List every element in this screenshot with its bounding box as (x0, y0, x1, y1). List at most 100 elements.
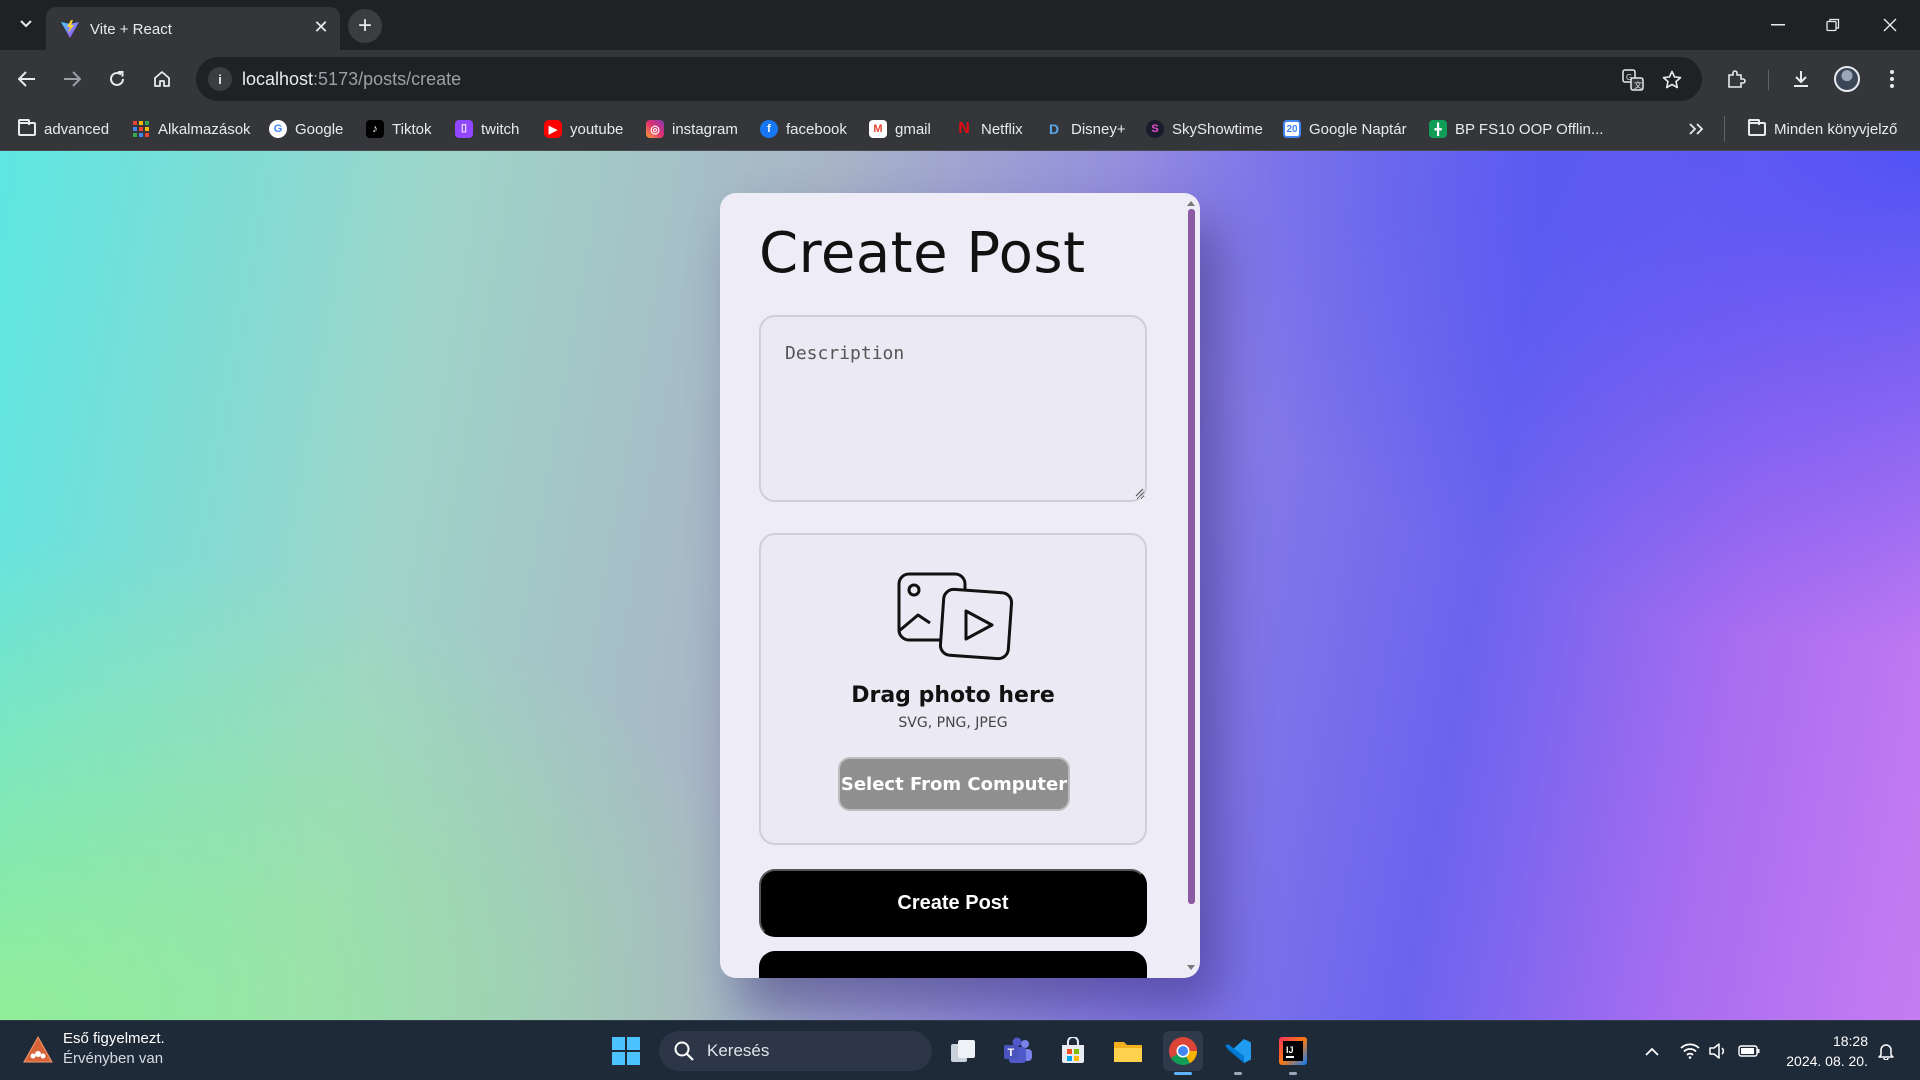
all-bookmarks-folder[interactable]: Minden könyvjelző (1748, 116, 1897, 142)
svg-text:G: G (1626, 73, 1632, 82)
image-video-icon (897, 572, 1014, 661)
search-icon (674, 1041, 694, 1061)
dropzone-title: Drag photo here (851, 683, 1055, 708)
twitch-icon: ⌷ (455, 120, 473, 138)
bookmark-disney[interactable]: D Disney+ (1045, 116, 1126, 142)
bookmarks-overflow-icon[interactable] (1688, 116, 1704, 142)
file-explorer-icon[interactable] (1108, 1031, 1148, 1071)
bookmark-star-icon[interactable] (1659, 67, 1685, 93)
taskbar-search[interactable]: Keresés (659, 1031, 932, 1071)
facebook-icon: f (760, 120, 778, 138)
bookmark-alkalmazasok[interactable]: Alkalmazások (132, 116, 251, 142)
page-viewport: Create Post Drag photo here SVG, PNG, JP… (0, 151, 1920, 1020)
folder-icon (1748, 119, 1766, 136)
new-tab-button[interactable]: + (348, 9, 382, 43)
vscode-icon[interactable] (1218, 1031, 1258, 1075)
youtube-icon: ▶ (544, 120, 562, 138)
site-info-icon[interactable]: i (208, 67, 232, 91)
scrollbar-thumb[interactable] (1188, 209, 1195, 904)
tab-close-icon[interactable]: ✕ (310, 17, 332, 38)
weather-title[interactable]: Eső figyelmezt. (63, 1030, 165, 1047)
weather-warning-icon[interactable] (22, 1034, 54, 1066)
create-post-card: Create Post Drag photo here SVG, PNG, JP… (720, 193, 1200, 978)
bookmark-instagram[interactable]: ◎ instagram (646, 116, 738, 142)
bookmarks-bar: advanced Alkalmazások G Google ♪ Tiktok … (0, 108, 1920, 151)
toolbar-divider (1768, 70, 1769, 90)
vite-logo-icon (61, 20, 79, 38)
teams-icon[interactable]: T (998, 1031, 1038, 1071)
bookmark-tiktok[interactable]: ♪ Tiktok (366, 116, 431, 142)
apps-grid-icon (133, 121, 149, 137)
browser-tab-active[interactable]: Vite + React ✕ (46, 7, 340, 50)
instagram-icon: ◎ (646, 120, 664, 138)
netflix-icon: N (958, 120, 970, 137)
wifi-icon[interactable] (1678, 1037, 1702, 1065)
taskbar-search-placeholder: Keresés (707, 1041, 770, 1060)
bookmarks-divider (1724, 116, 1725, 142)
select-from-computer-button[interactable]: Select From Computer (838, 757, 1070, 811)
notification-bell-icon[interactable] (1874, 1037, 1898, 1065)
menu-kebab-icon[interactable] (1874, 61, 1910, 97)
start-windows-icon[interactable] (606, 1031, 646, 1071)
tab-search-chevron-icon[interactable] (12, 10, 40, 38)
store-icon[interactable] (1053, 1031, 1093, 1071)
calendar-icon: 20 (1283, 120, 1301, 138)
bookmark-google-naptar[interactable]: 20 Google Naptár (1283, 116, 1407, 142)
clock-time: 18:28 (1832, 1033, 1868, 1049)
address-bar[interactable]: i localhost:5173/posts/create G文 (196, 57, 1702, 101)
home-icon[interactable] (144, 61, 180, 97)
bookmark-advanced[interactable]: advanced (18, 116, 109, 142)
gmail-icon: M (869, 120, 887, 138)
photo-dropzone[interactable]: Drag photo here SVG, PNG, JPEG Select Fr… (759, 533, 1147, 845)
secondary-button-partial[interactable] (759, 951, 1147, 978)
task-view-icon[interactable] (943, 1031, 983, 1071)
bookmark-youtube[interactable]: ▶ youtube (544, 116, 623, 142)
folder-icon (18, 119, 36, 136)
bookmark-twitch[interactable]: ⌷ twitch (455, 116, 519, 142)
battery-icon[interactable] (1737, 1037, 1761, 1065)
extensions-icon[interactable] (1718, 61, 1754, 97)
minimize-icon[interactable] (1756, 10, 1800, 40)
reload-icon[interactable] (99, 61, 135, 97)
bookmark-facebook[interactable]: f facebook (760, 116, 847, 142)
svg-text:T: T (1008, 1047, 1015, 1059)
scroll-down-icon[interactable] (1187, 965, 1195, 970)
description-textarea[interactable] (759, 315, 1147, 502)
system-clock[interactable]: 18:28 2024. 08. 20. (1780, 1031, 1868, 1071)
bookmark-bp-fs10[interactable]: ╋ BP FS10 OOP Offlin... (1429, 116, 1603, 142)
bookmark-google[interactable]: G Google (269, 116, 343, 142)
resize-grip-icon[interactable] (1134, 487, 1144, 497)
translate-icon[interactable]: G文 (1620, 67, 1646, 93)
url-text[interactable]: localhost:5173/posts/create (242, 69, 461, 90)
intellij-icon[interactable]: IJ (1273, 1031, 1313, 1075)
svg-text:文: 文 (1634, 80, 1642, 90)
scroll-up-icon[interactable] (1187, 201, 1195, 206)
bookmark-netflix[interactable]: N Netflix (955, 116, 1022, 142)
tiktok-icon: ♪ (366, 120, 384, 138)
clock-date: 2024. 08. 20. (1786, 1053, 1868, 1069)
weather-subtitle[interactable]: Érvényben van (63, 1050, 163, 1067)
card-scrollbar[interactable] (1186, 201, 1196, 970)
tray-overflow-chevron-icon[interactable] (1640, 1037, 1664, 1065)
page-title: Create Post (759, 221, 1086, 286)
create-post-button[interactable]: Create Post (759, 869, 1147, 937)
back-icon[interactable] (9, 61, 45, 97)
close-window-icon[interactable] (1868, 10, 1912, 40)
downloads-icon[interactable] (1783, 61, 1819, 97)
skyshowtime-icon: S (1146, 120, 1164, 138)
chrome-icon[interactable] (1163, 1031, 1203, 1075)
profile-avatar[interactable] (1829, 61, 1865, 97)
bookmark-skyshowtime[interactable]: S SkyShowtime (1146, 116, 1263, 142)
sheets-icon: ╋ (1429, 120, 1447, 138)
browser-toolbar: i localhost:5173/posts/create G文 (0, 50, 1920, 108)
dropzone-formats: SVG, PNG, JPEG (898, 715, 1008, 731)
background-glow-blue (1120, 151, 1920, 651)
volume-icon[interactable] (1706, 1037, 1730, 1065)
forward-icon[interactable] (54, 61, 90, 97)
restore-icon[interactable] (1811, 10, 1855, 40)
bookmark-gmail[interactable]: M gmail (869, 116, 931, 142)
svg-text:IJ: IJ (1286, 1045, 1294, 1055)
tab-title: Vite + React (90, 21, 172, 38)
browser-tab-strip: Vite + React ✕ + (0, 0, 1920, 50)
disney-icon: D (1048, 121, 1060, 137)
